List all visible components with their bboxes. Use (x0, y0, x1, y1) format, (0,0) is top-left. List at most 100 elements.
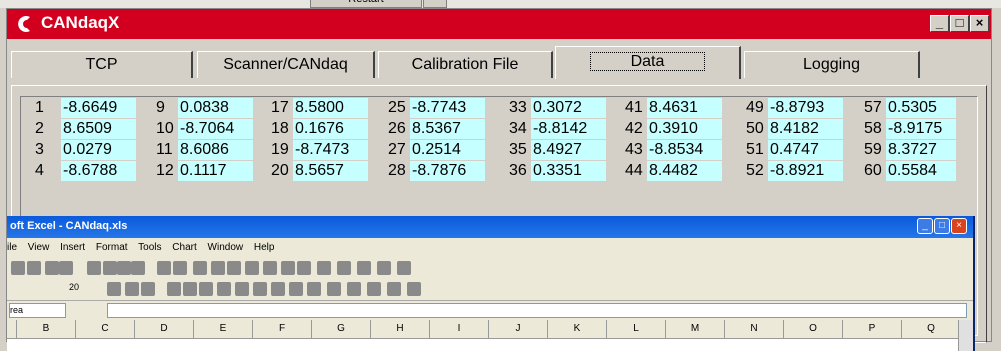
channel-value[interactable]: 0.5584 (886, 161, 956, 181)
format-button-icon[interactable] (217, 282, 231, 296)
channel-value[interactable]: 0.0838 (178, 98, 253, 118)
channel-value[interactable]: 0.2514 (410, 140, 485, 160)
toolbar-button-icon[interactable] (317, 261, 331, 275)
menu-window[interactable]: Window (208, 242, 244, 253)
menu-file[interactable]: ile (7, 242, 17, 253)
column-header[interactable]: G (312, 320, 371, 338)
excel-close-icon[interactable]: × (951, 218, 967, 234)
format-button-icon[interactable] (183, 282, 197, 296)
channel-value[interactable]: -8.6649 (61, 98, 136, 118)
toolbar-button-icon[interactable] (297, 261, 311, 275)
tab-tcp[interactable]: TCP (11, 51, 193, 78)
tab-logging[interactable]: Logging (744, 51, 920, 78)
channel-value[interactable]: 0.4747 (768, 140, 843, 160)
format-button-icon[interactable] (271, 282, 285, 296)
toolbar-button-icon[interactable] (131, 261, 145, 275)
column-header[interactable]: O (784, 320, 843, 338)
format-button-icon[interactable] (307, 282, 321, 296)
channel-value[interactable]: -8.9175 (886, 119, 956, 139)
column-header[interactable]: D (135, 320, 194, 338)
column-header[interactable]: I (430, 320, 489, 338)
toolbar-button-icon[interactable] (59, 261, 73, 275)
channel-value[interactable]: 0.5305 (886, 98, 956, 118)
format-button-icon[interactable] (167, 282, 181, 296)
channel-value[interactable]: 8.5800 (293, 98, 368, 118)
menu-format[interactable]: Format (96, 242, 128, 253)
format-button-icon[interactable] (199, 282, 213, 296)
format-button-icon[interactable] (235, 282, 249, 296)
minimize-button[interactable]: _ (930, 15, 949, 32)
menu-tools[interactable]: Tools (138, 242, 161, 253)
tab-calibration-file[interactable]: Calibration File (378, 51, 553, 78)
format-button-icon[interactable] (347, 282, 361, 296)
channel-value[interactable]: -8.7743 (410, 98, 485, 118)
channel-value[interactable]: 8.4482 (647, 161, 722, 181)
channel-value[interactable]: 0.1117 (178, 161, 253, 181)
channel-value[interactable]: 0.3351 (531, 161, 606, 181)
menu-view[interactable]: View (28, 242, 50, 253)
channel-value[interactable]: 8.3727 (886, 140, 956, 160)
channel-value[interactable]: 8.5657 (293, 161, 368, 181)
channel-value[interactable]: 8.5367 (410, 119, 485, 139)
channel-value[interactable]: 8.4927 (531, 140, 606, 160)
column-header[interactable]: Q (902, 320, 961, 338)
channel-value[interactable]: -8.8793 (768, 98, 843, 118)
tab-scanner-candaq[interactable]: Scanner/CANdaq (197, 51, 375, 78)
channel-value[interactable]: -8.8921 (768, 161, 843, 181)
format-button-icon[interactable] (253, 282, 267, 296)
format-button-icon[interactable] (125, 282, 139, 296)
excel-minimize-icon[interactable]: _ (917, 218, 933, 234)
toolbar-button-icon[interactable] (117, 261, 131, 275)
excel-title-bar[interactable]: oft Excel - CANdaq.xls _ □ × (7, 216, 973, 238)
name-box[interactable]: rea (9, 303, 66, 318)
column-header[interactable]: P (843, 320, 902, 338)
close-button[interactable]: × (970, 15, 989, 32)
toolbar-button-icon[interactable] (377, 261, 391, 275)
column-header[interactable]: L (607, 320, 666, 338)
excel-sheet[interactable] (7, 339, 973, 351)
format-button-icon[interactable] (407, 282, 421, 296)
font-size-field[interactable]: 20 (69, 282, 79, 292)
background-button[interactable] (423, 0, 447, 8)
toolbar-button-icon[interactable] (11, 261, 25, 275)
toolbar-button-icon[interactable] (397, 261, 411, 275)
toolbar-button-icon[interactable] (45, 261, 59, 275)
column-header[interactable]: N (725, 320, 784, 338)
column-header[interactable]: C (76, 320, 135, 338)
channel-value[interactable]: -8.7064 (178, 119, 253, 139)
column-header[interactable]: F (253, 320, 312, 338)
column-header[interactable]: H (371, 320, 430, 338)
channel-value[interactable]: 0.0279 (61, 140, 136, 160)
format-button-icon[interactable] (107, 282, 121, 296)
toolbar-button-icon[interactable] (263, 261, 277, 275)
toolbar-button-icon[interactable] (103, 261, 117, 275)
toolbar-button-icon[interactable] (281, 261, 295, 275)
column-header[interactable]: K (548, 320, 607, 338)
channel-value[interactable]: -8.6788 (61, 161, 136, 181)
select-all-corner[interactable] (7, 320, 17, 338)
menu-chart[interactable]: Chart (172, 242, 196, 253)
excel-vertical-scrollbar[interactable] (958, 320, 973, 351)
toolbar-button-icon[interactable] (337, 261, 351, 275)
tab-data[interactable]: Data (555, 46, 741, 79)
column-header[interactable]: J (489, 320, 548, 338)
formula-input[interactable] (107, 303, 967, 318)
menu-insert[interactable]: Insert (60, 242, 85, 253)
toolbar-button-icon[interactable] (193, 261, 207, 275)
channel-value[interactable]: -8.8142 (531, 119, 606, 139)
column-header[interactable]: B (17, 320, 76, 338)
channel-value[interactable]: 0.1676 (293, 119, 368, 139)
channel-value[interactable]: 8.6509 (61, 119, 136, 139)
channel-value[interactable]: 8.4631 (647, 98, 722, 118)
channel-value[interactable]: -8.7473 (293, 140, 368, 160)
format-button-icon[interactable] (327, 282, 341, 296)
channel-value[interactable]: 0.3072 (531, 98, 606, 118)
excel-window[interactable]: oft Excel - CANdaq.xls _ □ × ile View In… (7, 216, 975, 351)
toolbar-button-icon[interactable] (211, 261, 225, 275)
toolbar-button-icon[interactable] (87, 261, 101, 275)
toolbar-button-icon[interactable] (173, 261, 187, 275)
toolbar-button-icon[interactable] (357, 261, 371, 275)
excel-maximize-icon[interactable]: □ (934, 218, 950, 234)
column-header[interactable]: M (666, 320, 725, 338)
format-button-icon[interactable] (367, 282, 381, 296)
